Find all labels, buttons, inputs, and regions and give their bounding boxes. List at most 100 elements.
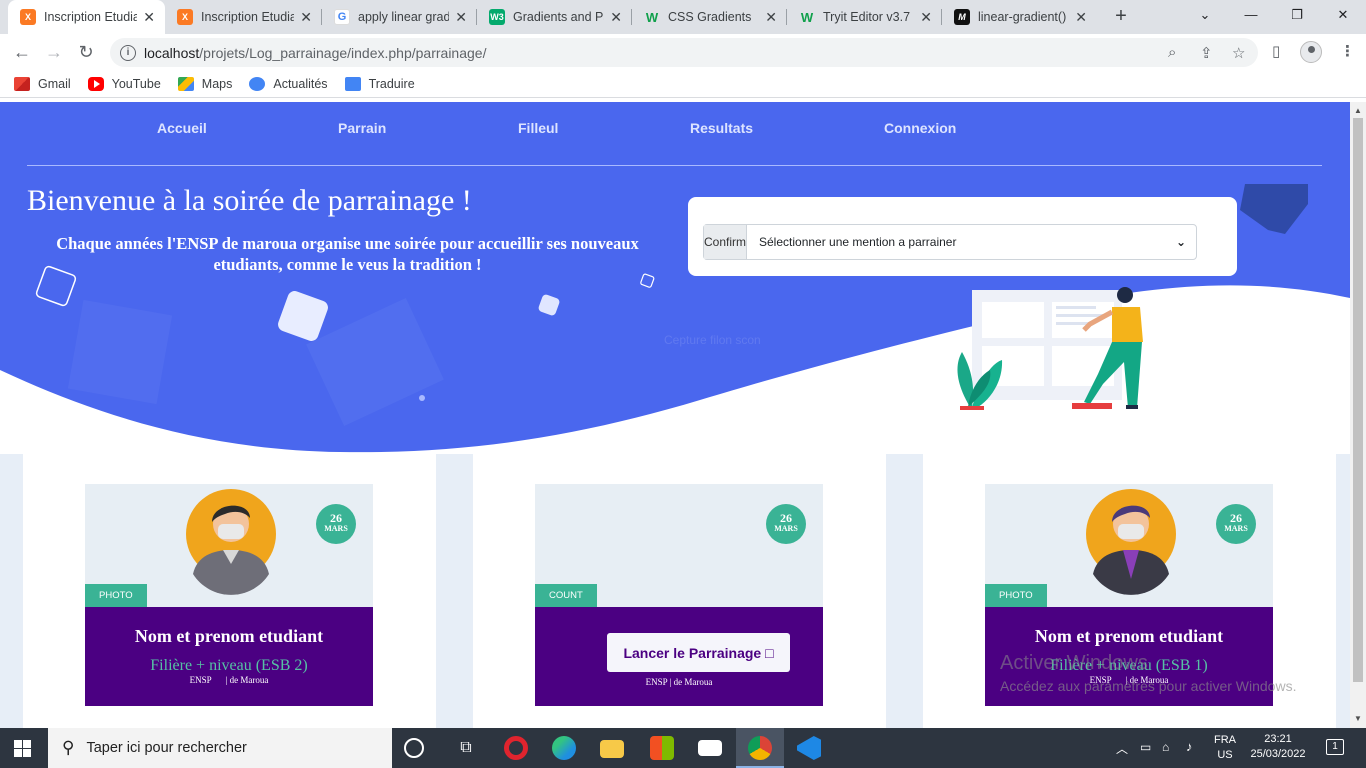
news-icon [249,76,266,91]
card-inner: 26 MARS PHOTO Nom et prenom etudiant Fil… [85,484,373,706]
notification-center-icon[interactable]: 1 [1326,739,1344,755]
maximize-button[interactable]: ❐ [1274,0,1320,30]
browser-toolbar: ← → ↻ i localhost/projets/Log_parrainage… [0,34,1366,70]
chrome-taskbar-button[interactable] [736,728,784,768]
maps-icon [177,76,194,91]
tray-chevron-up-icon[interactable]: ︿ [1116,740,1128,757]
ghost-text: Cepture filon scon [664,333,761,347]
url-host: localhost [144,44,200,61]
volume-icon[interactable]: ♪ [1186,739,1193,754]
search-icon: ⚲ [62,738,75,757]
tab-inscription-active[interactable]: X Inscription Etudia ✕ [8,0,165,34]
close-tab-icon[interactable]: ✕ [1075,9,1087,26]
close-tab-icon[interactable]: ✕ [300,9,312,26]
launch-card: 26 MARS COUNT Lancer le Parrainage □ ENS… [473,454,886,728]
forward-arrow-icon[interactable]: → [42,40,66,64]
hero-wave-background [0,102,1350,453]
tab-css-gradients[interactable]: W CSS Gradients ✕ [632,0,787,34]
nav-connexion[interactable]: Connexion [884,120,956,136]
bookmark-translate[interactable]: Traduire [344,76,415,91]
mention-select-card: Confirm Sélectionner une mention a parra… [688,197,1237,276]
tab-w3-gradients[interactable]: W3 Gradients and Pa ✕ [477,0,632,34]
reload-icon[interactable]: ↻ [74,40,98,64]
address-bar[interactable]: i localhost/projets/Log_parrainage/index… [110,38,1258,67]
mention-select-value: Sélectionner une mention a parrainer [759,235,957,249]
scroll-down-arrow-icon[interactable]: ▼ [1354,714,1362,723]
student-level: Filière + niveau (ESB 2) [150,657,308,674]
wifi-icon[interactable]: ⌂ [1162,740,1169,754]
nav-filleul[interactable]: Filleul [518,120,558,136]
mention-select[interactable]: Sélectionner une mention a parrainer ⌄ [747,225,1196,259]
windows-start-icon[interactable] [14,740,31,757]
vscode-icon[interactable] [797,736,821,760]
scroll-up-arrow-icon[interactable]: ▲ [1354,106,1362,115]
share-icon[interactable]: ⇪ [1200,44,1213,62]
file-explorer-icon[interactable] [600,740,624,758]
profile-avatar[interactable] [1300,41,1322,63]
bookmark-star-icon[interactable]: ☆ [1232,44,1245,62]
taskbar-search[interactable]: ⚲ Taper ici pour rechercher [48,728,392,768]
network-icon[interactable]: ▭ [1140,740,1151,754]
nav-parrain[interactable]: Parrain [338,120,386,136]
page-title: Bienvenue à la soirée de parrainage ! [27,184,472,217]
bookmark-maps[interactable]: Maps [177,76,232,91]
back-arrow-icon[interactable]: ← [10,40,34,64]
side-panel-icon[interactable]: ▯ [1272,42,1280,60]
date-badge: 26 MARS [316,504,356,544]
keyboard-layout: US [1217,749,1233,761]
tab-title: Inscription Etudia [44,10,138,24]
tab-tryit-editor[interactable]: W Tryit Editor v3.7 ✕ [787,0,942,34]
close-tab-icon[interactable]: ✕ [143,9,155,26]
close-window-button[interactable]: ✕ [1320,0,1366,30]
mail-icon[interactable] [698,740,722,756]
tab-mdn-linear-gradient[interactable]: M linear-gradient() ✕ [942,0,1097,34]
tab-inscription[interactable]: X Inscription Etudia ✕ [165,0,322,34]
close-tab-icon[interactable]: ✕ [920,9,932,26]
opera-icon[interactable] [504,736,528,760]
edge-icon[interactable] [552,736,576,760]
school-name: ENSP [189,675,212,685]
w3schools-icon: W3 [489,9,505,25]
card-photo-area: 26 MARS PHOTO [85,484,373,607]
card-inner: 26 MARS COUNT Lancer le Parrainage □ ENS… [535,484,823,706]
tab-title: apply linear gradi [358,10,450,24]
nav-resultats[interactable]: Resultats [690,120,753,136]
store-icon[interactable] [650,736,674,760]
language-indicator[interactable]: FRA US [1214,733,1236,763]
page-scrollbar[interactable]: ▲ ▼ [1350,102,1366,728]
cortana-icon[interactable] [404,738,424,758]
gmail-icon [14,76,30,91]
close-tab-icon[interactable]: ✕ [765,9,777,26]
taskbar-clock[interactable]: 23:21 25/03/2022 [1247,732,1309,762]
card-photo-area: 26 MARS PHOTO [985,484,1273,607]
bookmark-youtube[interactable]: YouTube [87,76,161,91]
tab-title: Gradients and Pa [513,10,605,24]
language-code: FRA [1214,734,1236,746]
nav-accueil[interactable]: Accueil [157,120,207,136]
launch-parrainage-button[interactable]: Lancer le Parrainage □ [607,633,790,672]
date-day: 26 [1230,511,1242,525]
tab-search-icon[interactable]: ⌄ [1182,0,1228,30]
menu-kebab-icon[interactable]: ⋮ [1340,42,1355,60]
w3schools-green-icon: W [800,9,814,25]
bookmark-label: Gmail [38,76,71,91]
bookmark-news[interactable]: Actualités [249,76,328,91]
new-tab-button[interactable]: + [1109,4,1133,28]
hero-description: Chaque années l'ENSP de maroua organise … [56,234,639,274]
close-tab-icon[interactable]: ✕ [455,9,467,26]
scrollbar-thumb[interactable] [1353,118,1363,682]
confirm-label[interactable]: Confirm [704,225,747,259]
zoom-search-icon[interactable]: ⌕ [1168,44,1176,61]
bookmark-label: Traduire [368,76,415,91]
tab-title: linear-gradient() [978,10,1067,24]
taskbar-search-placeholder: Taper ici pour rechercher [86,740,247,756]
bookmark-gmail[interactable]: Gmail [14,76,71,91]
minimize-button[interactable]: — [1228,0,1274,30]
card-tag: COUNT [535,584,597,607]
chevron-down-icon: ⌄ [1175,235,1186,249]
translate-icon [344,76,361,91]
task-view-icon[interactable]: ⧉ [454,736,478,760]
close-tab-icon[interactable]: ✕ [610,9,622,26]
tab-google-search[interactable]: G apply linear gradi ✕ [322,0,477,34]
site-info-icon[interactable]: i [120,44,136,61]
